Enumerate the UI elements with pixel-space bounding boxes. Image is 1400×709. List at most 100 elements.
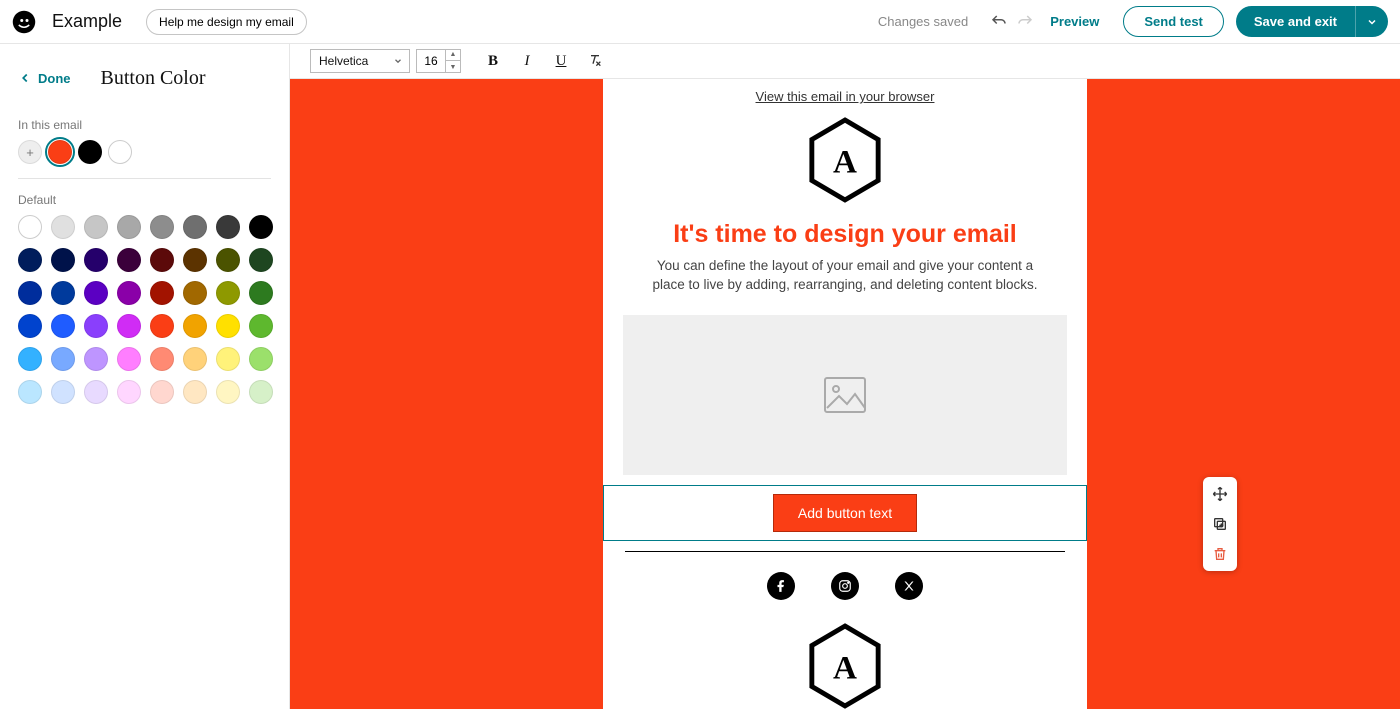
default-swatch-13[interactable] [183,248,207,272]
image-placeholder[interactable] [623,315,1067,475]
default-swatch-10[interactable] [84,248,108,272]
default-swatch-36[interactable] [150,347,174,371]
logo-block-footer[interactable]: A [603,616,1087,709]
facebook-icon[interactable] [767,572,795,600]
undo-button[interactable] [986,9,1012,35]
default-swatch-9[interactable] [51,248,75,272]
default-swatch-18[interactable] [84,281,108,305]
default-swatch-14[interactable] [216,248,240,272]
default-swatch-32[interactable] [18,347,42,371]
default-swatch-11[interactable] [117,248,141,272]
duplicate-icon [1212,516,1228,532]
email-button[interactable]: Add button text [773,494,917,532]
default-swatch-6[interactable] [216,215,240,239]
default-swatch-43[interactable] [117,380,141,404]
canvas[interactable]: View this email in your browser A It's t… [290,79,1400,709]
default-swatch-1[interactable] [51,215,75,239]
default-swatch-33[interactable] [51,347,75,371]
default-swatch-21[interactable] [183,281,207,305]
x-twitter-icon[interactable] [895,572,923,600]
save-and-exit-dropdown[interactable] [1355,6,1388,37]
default-swatch-42[interactable] [84,380,108,404]
default-swatch-23[interactable] [249,281,273,305]
default-swatch-37[interactable] [183,347,207,371]
italic-button[interactable]: I [513,49,541,73]
default-swatch-39[interactable] [249,347,273,371]
done-label: Done [38,71,71,86]
preview-button[interactable]: Preview [1038,8,1111,35]
chevron-left-icon [18,71,32,85]
default-swatch-38[interactable] [216,347,240,371]
sub-text[interactable]: You can define the layout of your email … [603,253,1087,309]
save-and-exit-button[interactable]: Save and exit [1236,6,1355,37]
default-swatch-40[interactable] [18,380,42,404]
default-swatch-4[interactable] [150,215,174,239]
default-swatch-3[interactable] [117,215,141,239]
svg-text:A: A [833,144,857,181]
default-swatch-47[interactable] [249,380,273,404]
default-swatch-46[interactable] [216,380,240,404]
brand: Example Help me design my email [12,9,307,35]
font-size-down[interactable]: ▼ [446,61,460,73]
headline-text[interactable]: It's time to design your email [603,214,1087,253]
x-glyph-icon [903,580,915,592]
default-swatch-15[interactable] [249,248,273,272]
default-swatch-26[interactable] [84,314,108,338]
swatch-white[interactable] [108,140,132,164]
default-swatch-20[interactable] [150,281,174,305]
underline-button[interactable]: U [547,49,575,73]
default-swatch-29[interactable] [183,314,207,338]
default-swatch-24[interactable] [18,314,42,338]
default-swatch-35[interactable] [117,347,141,371]
send-test-button[interactable]: Send test [1123,6,1224,37]
facebook-glyph-icon [774,579,788,593]
save-status: Changes saved [878,14,968,29]
default-swatch-5[interactable] [183,215,207,239]
instagram-icon[interactable] [831,572,859,600]
default-swatch-28[interactable] [150,314,174,338]
sidebar: Done Button Color In this email + Defaul… [0,44,290,709]
default-swatch-0[interactable] [18,215,42,239]
duplicate-block-button[interactable] [1209,513,1231,535]
default-swatch-17[interactable] [51,281,75,305]
clear-formatting-button[interactable] [581,49,609,73]
default-swatch-41[interactable] [51,380,75,404]
font-size-input[interactable] [417,54,445,68]
delete-block-button[interactable] [1209,543,1231,565]
image-icon [823,376,867,414]
instagram-glyph-icon [838,579,852,593]
button-block-selected[interactable]: Add button text [603,485,1087,541]
in-this-email-label: In this email [18,118,271,132]
font-size-up[interactable]: ▲ [446,49,460,61]
default-swatch-16[interactable] [18,281,42,305]
done-button[interactable]: Done [18,71,71,86]
redo-button[interactable] [1012,9,1038,35]
default-swatch-7[interactable] [249,215,273,239]
bold-button[interactable]: B [479,49,507,73]
default-swatch-31[interactable] [249,314,273,338]
divider-line[interactable] [625,551,1065,552]
email-body: View this email in your browser A It's t… [603,79,1087,709]
default-swatch-34[interactable] [84,347,108,371]
default-swatch-22[interactable] [216,281,240,305]
default-swatch-19[interactable] [117,281,141,305]
move-block-button[interactable] [1209,483,1231,505]
default-swatch-27[interactable] [117,314,141,338]
default-swatch-8[interactable] [18,248,42,272]
logo-block[interactable]: A [603,110,1087,214]
font-family-select[interactable]: Helvetica [310,49,410,73]
default-swatch-2[interactable] [84,215,108,239]
default-swatch-30[interactable] [216,314,240,338]
swatch-black[interactable] [78,140,102,164]
swatch-add[interactable]: + [18,140,42,164]
default-swatch-45[interactable] [183,380,207,404]
help-design-button[interactable]: Help me design my email [146,9,307,35]
swatch-orange-red[interactable] [48,140,72,164]
default-swatch-44[interactable] [150,380,174,404]
move-icon [1212,486,1228,502]
default-swatch-25[interactable] [51,314,75,338]
document-title[interactable]: Example [52,11,122,32]
view-in-browser-link[interactable]: View this email in your browser [756,89,935,104]
default-swatch-12[interactable] [150,248,174,272]
mailchimp-logo-icon [12,10,36,34]
